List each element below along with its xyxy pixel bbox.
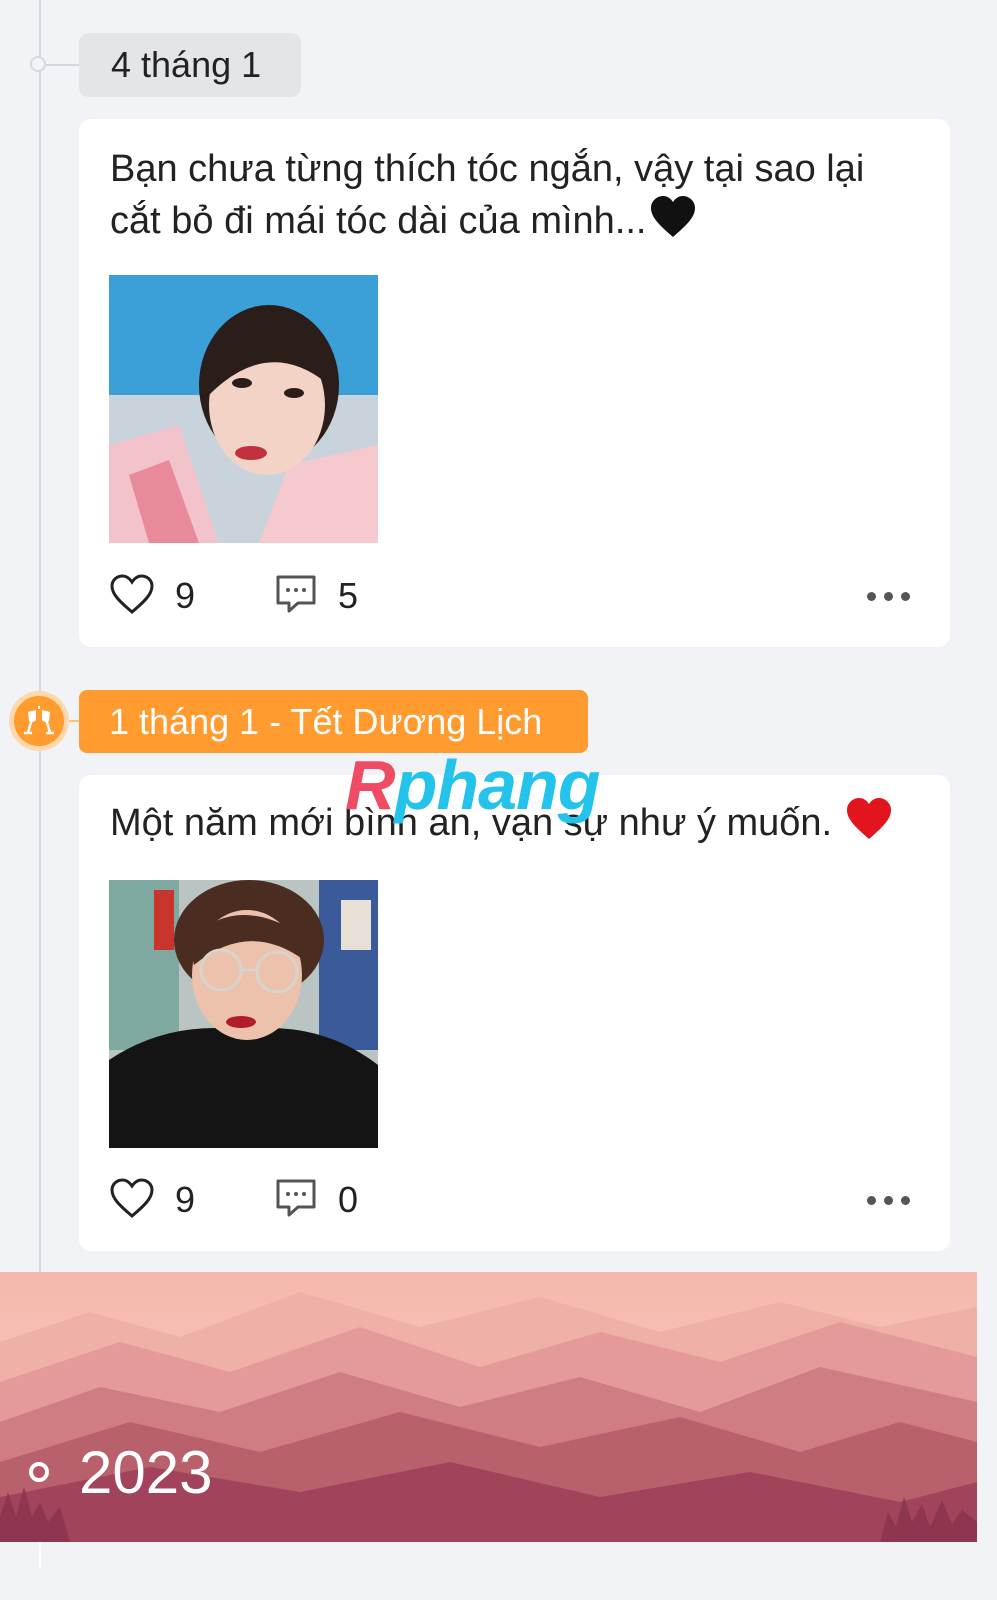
red-heart-icon (845, 797, 893, 855)
heart-icon (109, 573, 155, 620)
post-actions: 9 5 (109, 571, 910, 621)
timeline-connector (46, 64, 79, 66)
black-heart-icon (649, 195, 697, 253)
post-card[interactable]: Một năm mới bình an, vạn sự như ý muốn. … (79, 775, 950, 1251)
comment-icon (274, 1177, 318, 1224)
like-button[interactable]: 9 (109, 573, 249, 620)
year-label: 2023 (79, 1439, 213, 1506)
timeline-node (30, 56, 46, 72)
more-options-icon[interactable] (867, 1195, 910, 1205)
watermark-logo: Rphang (345, 746, 601, 824)
comment-button[interactable]: 0 (274, 1177, 414, 1224)
comment-count: 5 (338, 575, 359, 616)
timeline-year-node (29, 1462, 49, 1482)
post-text: Bạn chưa từng thích tóc ngắn, vậy tại sa… (110, 143, 910, 253)
post-actions: 9 0 (109, 1175, 910, 1225)
more-options-icon[interactable] (867, 591, 910, 601)
like-button[interactable]: 9 (109, 1177, 249, 1224)
date-label: 4 tháng 1 (79, 33, 301, 97)
comment-icon (274, 573, 318, 620)
comment-count: 0 (338, 1179, 359, 1220)
heart-icon (109, 1177, 155, 1224)
like-count: 9 (175, 1179, 196, 1220)
post-text-content: Bạn chưa từng thích tóc ngắn, vậy tại sa… (110, 148, 865, 242)
like-count: 9 (175, 575, 196, 616)
post-photo[interactable] (109, 880, 378, 1148)
post-photo[interactable] (109, 275, 378, 543)
holiday-node (9, 691, 69, 751)
cheers-icon (14, 696, 64, 746)
holiday-date-label: 1 tháng 1 - Tết Dương Lịch (79, 690, 588, 753)
comment-button[interactable]: 5 (274, 573, 414, 620)
timeline-connector (69, 720, 79, 722)
post-card[interactable]: Bạn chưa từng thích tóc ngắn, vậy tại sa… (79, 119, 950, 647)
